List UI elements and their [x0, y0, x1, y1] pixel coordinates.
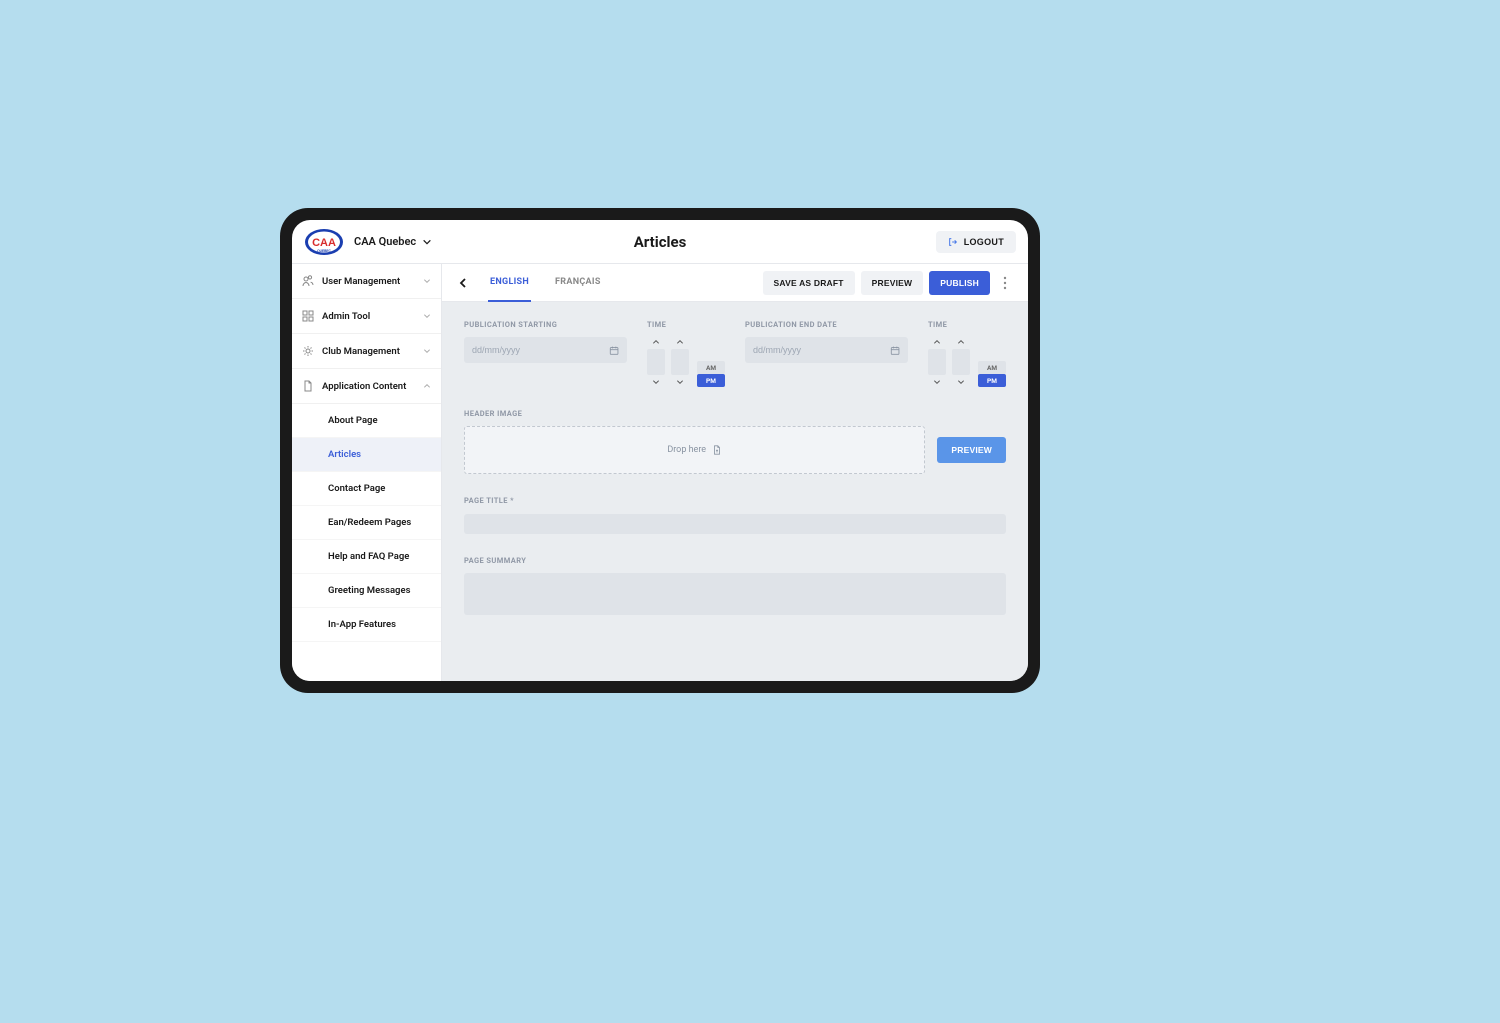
- page-title-input[interactable]: [464, 514, 1006, 534]
- sidebar-subitem-contact-page[interactable]: Contact Page: [292, 472, 441, 506]
- end-pm-button[interactable]: PM: [978, 374, 1006, 387]
- chevron-left-icon: [457, 277, 469, 289]
- pub-start-date-field[interactable]: [472, 345, 609, 355]
- calendar-icon: [609, 345, 619, 356]
- tab-francais[interactable]: FRANÇAIS: [553, 264, 603, 302]
- file-icon: [712, 445, 722, 455]
- more-vertical-icon: [1003, 276, 1007, 290]
- pub-start-label: PUBLICATION STARTING: [464, 320, 627, 329]
- page-summary-label: PAGE SUMMARY: [464, 556, 1006, 565]
- ampm-toggle: AM PM: [697, 361, 725, 387]
- logout-button[interactable]: LOGOUT: [936, 231, 1016, 253]
- sidebar-subitem-about-page[interactable]: About Page: [292, 404, 441, 438]
- time-label-end: TIME: [928, 320, 1006, 329]
- end-ampm-toggle: AM PM: [978, 361, 1006, 387]
- sidebar-item-application-content[interactable]: Application Content: [292, 369, 441, 404]
- hour-input[interactable]: [647, 349, 665, 375]
- pub-end-date-input[interactable]: [745, 337, 908, 363]
- gear-icon: [302, 345, 314, 357]
- hour-down-button[interactable]: [651, 377, 661, 387]
- drop-here-text: Drop here: [667, 445, 706, 455]
- app-header: CAAQUEBEC CAA Quebec Articles LOGOUT: [292, 220, 1028, 264]
- sidebar-item-admin-tool[interactable]: Admin Tool: [292, 299, 441, 334]
- more-menu-button[interactable]: [996, 276, 1014, 290]
- minute-down-button[interactable]: [675, 377, 685, 387]
- language-tabs: ENGLISH FRANÇAIS: [488, 264, 603, 302]
- sidebar: User Management Admin Tool Club Manageme…: [292, 264, 442, 681]
- end-hour-up-button[interactable]: [932, 337, 942, 347]
- pub-start-date-input[interactable]: [464, 337, 627, 363]
- end-minute-up-button[interactable]: [956, 337, 966, 347]
- end-minute-input[interactable]: [952, 349, 970, 375]
- sidebar-subitem-articles[interactable]: Articles: [292, 438, 441, 472]
- main-panel: ENGLISH FRANÇAIS SAVE AS DRAFT PREVIEW P…: [442, 264, 1028, 681]
- preview-button[interactable]: PREVIEW: [861, 271, 924, 295]
- time-label: TIME: [647, 320, 725, 329]
- sidebar-item-label: Application Content: [322, 381, 415, 392]
- page-title: Articles: [634, 233, 687, 251]
- tablet-frame: CAAQUEBEC CAA Quebec Articles LOGOUT Use…: [280, 208, 1040, 693]
- svg-text:QUEBEC: QUEBEC: [317, 249, 331, 253]
- sidebar-item-label: Admin Tool: [322, 311, 415, 322]
- toolbar: ENGLISH FRANÇAIS SAVE AS DRAFT PREVIEW P…: [442, 264, 1028, 302]
- club-selector[interactable]: CAA Quebec: [354, 235, 432, 248]
- pub-end-date-field[interactable]: [753, 345, 890, 355]
- am-button[interactable]: AM: [697, 361, 725, 374]
- chevron-down-icon: [423, 312, 431, 320]
- minute-input[interactable]: [671, 349, 689, 375]
- end-hour-input[interactable]: [928, 349, 946, 375]
- app-body: User Management Admin Tool Club Manageme…: [292, 264, 1028, 681]
- calendar-icon: [890, 345, 900, 356]
- sidebar-item-user-management[interactable]: User Management: [292, 264, 441, 299]
- club-name: CAA Quebec: [354, 235, 416, 248]
- page-title-field-label: PAGE TITLE *: [464, 496, 1006, 505]
- sidebar-subitem-greeting[interactable]: Greeting Messages: [292, 574, 441, 608]
- grid-icon: [302, 310, 314, 322]
- end-minute-down-button[interactable]: [956, 377, 966, 387]
- hour-up-button[interactable]: [651, 337, 661, 347]
- chevron-up-icon: [423, 382, 431, 390]
- pub-end-label: PUBLICATION END DATE: [745, 320, 908, 329]
- end-am-button[interactable]: AM: [978, 361, 1006, 374]
- logout-label: LOGOUT: [964, 237, 1004, 247]
- users-icon: [302, 275, 314, 287]
- caa-logo: CAAQUEBEC: [304, 227, 344, 257]
- sidebar-item-label: Club Management: [322, 346, 415, 357]
- sidebar-item-club-management[interactable]: Club Management: [292, 334, 441, 369]
- back-button[interactable]: [456, 276, 470, 290]
- page-summary-input[interactable]: [464, 573, 1006, 615]
- sidebar-subitem-help-faq[interactable]: Help and FAQ Page: [292, 540, 441, 574]
- pm-button[interactable]: PM: [697, 374, 725, 387]
- chevron-down-icon: [423, 347, 431, 355]
- sidebar-subitem-in-app-features[interactable]: In-App Features: [292, 608, 441, 642]
- tab-english[interactable]: ENGLISH: [488, 264, 531, 302]
- form-content: PUBLICATION STARTING TIME: [442, 302, 1028, 681]
- publish-button[interactable]: PUBLISH: [929, 271, 990, 295]
- save-draft-button[interactable]: SAVE AS DRAFT: [763, 271, 855, 295]
- logout-icon: [948, 237, 958, 247]
- svg-text:CAA: CAA: [312, 237, 336, 249]
- end-hour-down-button[interactable]: [932, 377, 942, 387]
- app-screen: CAAQUEBEC CAA Quebec Articles LOGOUT Use…: [292, 220, 1028, 681]
- chevron-down-icon: [422, 237, 432, 247]
- sidebar-item-label: User Management: [322, 276, 415, 287]
- chevron-down-icon: [423, 277, 431, 285]
- image-preview-button[interactable]: PREVIEW: [937, 437, 1006, 463]
- header-image-dropzone[interactable]: Drop here: [464, 426, 925, 474]
- minute-up-button[interactable]: [675, 337, 685, 347]
- document-icon: [302, 380, 314, 392]
- header-image-label: HEADER IMAGE: [464, 409, 1006, 418]
- sidebar-subitem-ean-redeem[interactable]: Ean/Redeem Pages: [292, 506, 441, 540]
